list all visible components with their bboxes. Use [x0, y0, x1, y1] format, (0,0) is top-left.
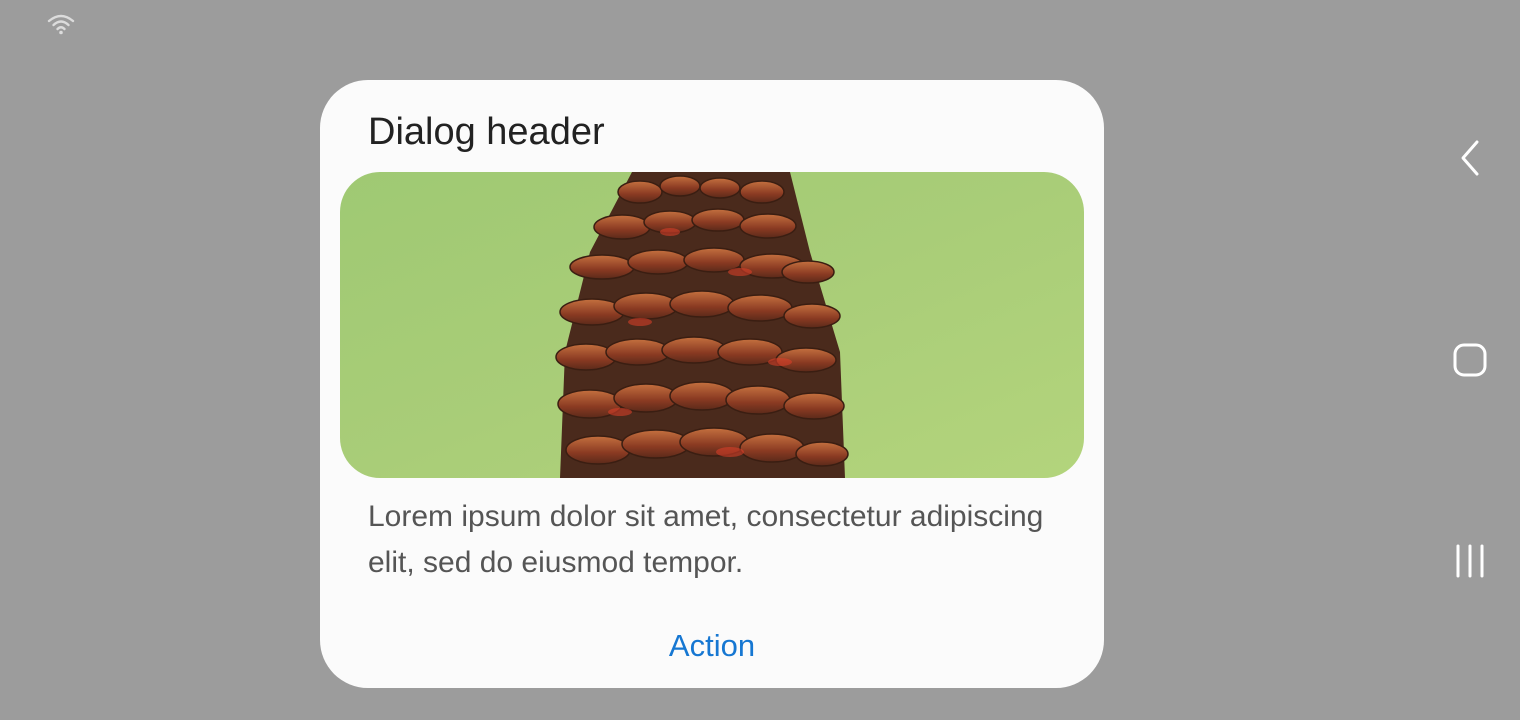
- rounded-square-icon[interactable]: [1444, 334, 1496, 386]
- dialog: Dialog header Lorem ipsum dolor sit amet…: [320, 80, 1104, 688]
- pinecone-image: [340, 172, 1084, 478]
- screen: Dialog header Lorem ipsum dolor sit amet…: [0, 0, 1520, 720]
- wifi-icon: [47, 14, 75, 35]
- dialog-body-text: Lorem ipsum dolor sit amet, consectetur …: [368, 500, 1044, 579]
- action-button[interactable]: Action: [320, 616, 1104, 676]
- dialog-title: Dialog header: [368, 111, 605, 153]
- three-bars-icon[interactable]: [1444, 535, 1496, 587]
- navigation-bar: [1420, 0, 1520, 720]
- chevron-left-icon[interactable]: [1444, 132, 1496, 184]
